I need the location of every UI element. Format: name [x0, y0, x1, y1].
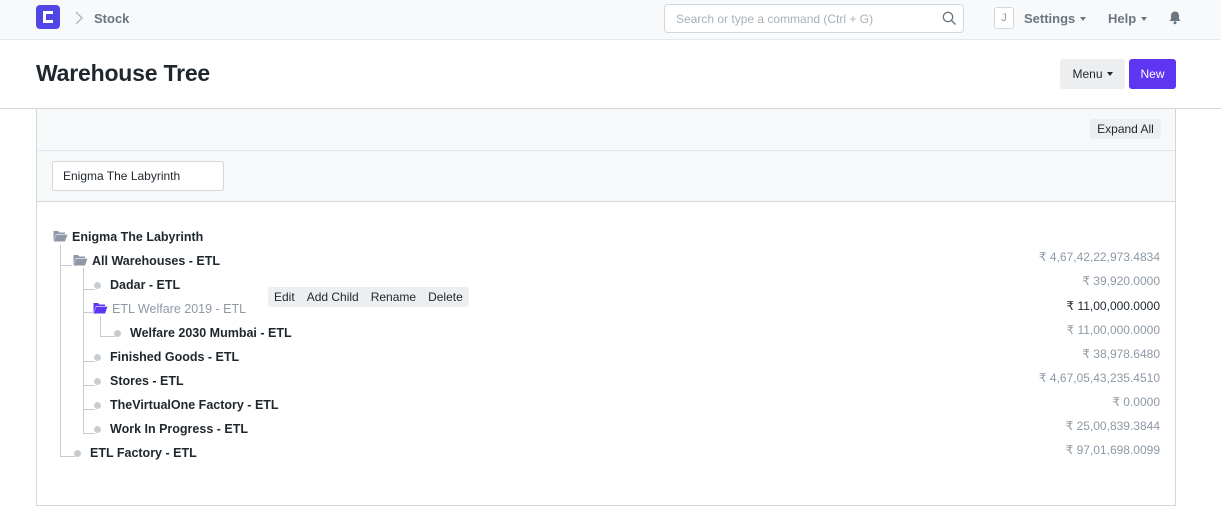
tree-connector — [60, 245, 61, 456]
tree-connector — [83, 385, 95, 386]
tree-connector — [83, 289, 95, 290]
app-logo[interactable] — [36, 5, 60, 29]
menu-button[interactable]: Menu — [1060, 59, 1125, 89]
page-title: Warehouse Tree — [36, 60, 211, 86]
notification-bell-icon[interactable] — [1168, 10, 1182, 25]
leaf-node-dot — [94, 378, 101, 385]
tree-node-value: ₹ 4,67,05,43,235.4510 — [1038, 371, 1160, 385]
folder-open-icon[interactable] — [73, 254, 88, 266]
tree-connector — [83, 409, 95, 410]
tree-connector — [60, 456, 75, 457]
folder-open-icon[interactable] — [93, 302, 108, 314]
user-avatar[interactable]: J — [994, 7, 1014, 29]
tree-node-label-selected[interactable]: ETL Welfare 2019 - ETL — [112, 302, 246, 316]
tree-node-label[interactable]: Dadar - ETL — [110, 278, 180, 292]
tree-node-label[interactable]: Work In Progress - ETL — [110, 422, 248, 436]
help-dropdown[interactable]: Help — [1108, 11, 1148, 26]
new-button[interactable]: New — [1129, 59, 1176, 89]
tree-node-value: ₹ 4,67,42,22,973.4834 — [1038, 250, 1160, 264]
tree-node-value: ₹ 11,00,000.0000 — [1066, 323, 1161, 337]
edit-node-button[interactable]: Edit — [268, 287, 301, 307]
caret-down-icon — [1106, 72, 1113, 76]
settings-label: Settings — [1024, 11, 1076, 26]
leaf-node-dot — [114, 330, 121, 337]
tree-connector — [83, 361, 95, 362]
company-filter-input[interactable] — [52, 161, 224, 191]
expand-all-button[interactable]: Expand All — [1090, 119, 1161, 139]
tree-node-label[interactable]: All Warehouses - ETL — [92, 254, 220, 268]
tree-node-value: ₹ 25,00,839.3844 — [1065, 419, 1160, 433]
filter-bar — [37, 151, 1175, 202]
logo-icon — [43, 11, 53, 23]
tree-connector — [100, 336, 115, 337]
tree-toolbar: Expand All — [37, 109, 1175, 151]
menu-label: Menu — [1072, 67, 1103, 81]
delete-node-button[interactable]: Delete — [422, 287, 469, 307]
search-input[interactable] — [665, 5, 925, 32]
rename-node-button[interactable]: Rename — [365, 287, 422, 307]
leaf-node-dot — [94, 354, 101, 361]
help-label: Help — [1108, 11, 1137, 26]
leaf-node-dot — [74, 450, 81, 457]
tree-connector — [83, 312, 93, 313]
search-bar[interactable] — [664, 4, 964, 33]
tree-connector — [100, 316, 101, 337]
leaf-node-dot — [94, 402, 101, 409]
settings-dropdown[interactable]: Settings — [1024, 11, 1087, 26]
tree-connector — [83, 433, 95, 434]
folder-open-icon[interactable] — [53, 230, 68, 242]
search-icon[interactable] — [942, 11, 957, 26]
caret-down-icon — [1080, 17, 1087, 21]
leaf-node-dot — [94, 426, 101, 433]
tree-node-label[interactable]: Welfare 2030 Mumbai - ETL — [130, 326, 292, 340]
tree-node-label[interactable]: ETL Factory - ETL — [90, 446, 197, 460]
add-child-button[interactable]: Add Child — [301, 287, 365, 307]
chevron-right-icon — [75, 11, 83, 25]
tree-connector — [60, 265, 72, 266]
tree-node-value: ₹ 39,920.0000 — [1082, 274, 1160, 288]
tree-node-label[interactable]: TheVirtualOne Factory - ETL — [110, 398, 279, 412]
tree-node-value: ₹ 97,01,698.0099 — [1065, 443, 1160, 457]
tree-node-root[interactable]: Enigma The Labyrinth — [72, 230, 203, 244]
tree-node-value: ₹ 11,00,000.0000 — [1066, 299, 1161, 313]
tree-node-label[interactable]: Finished Goods - ETL — [110, 350, 239, 364]
node-actions-toolbar: Edit Add Child Rename Delete — [268, 287, 469, 307]
caret-down-icon — [1141, 17, 1148, 21]
breadcrumb-stock[interactable]: Stock — [94, 11, 129, 26]
tree-node-value: ₹ 38,978.6480 — [1082, 347, 1160, 361]
warehouse-tree: Enigma The Labyrinth All Warehouses - ET… — [37, 202, 1175, 502]
tree-panel: Expand All Enigma The Labyrinth All Ware… — [36, 109, 1176, 506]
leaf-node-dot — [94, 282, 101, 289]
tree-node-label[interactable]: Stores - ETL — [110, 374, 184, 388]
navbar: Stock J Settings Help — [0, 0, 1221, 40]
tree-node-value: ₹ 0.0000 — [1112, 395, 1160, 409]
